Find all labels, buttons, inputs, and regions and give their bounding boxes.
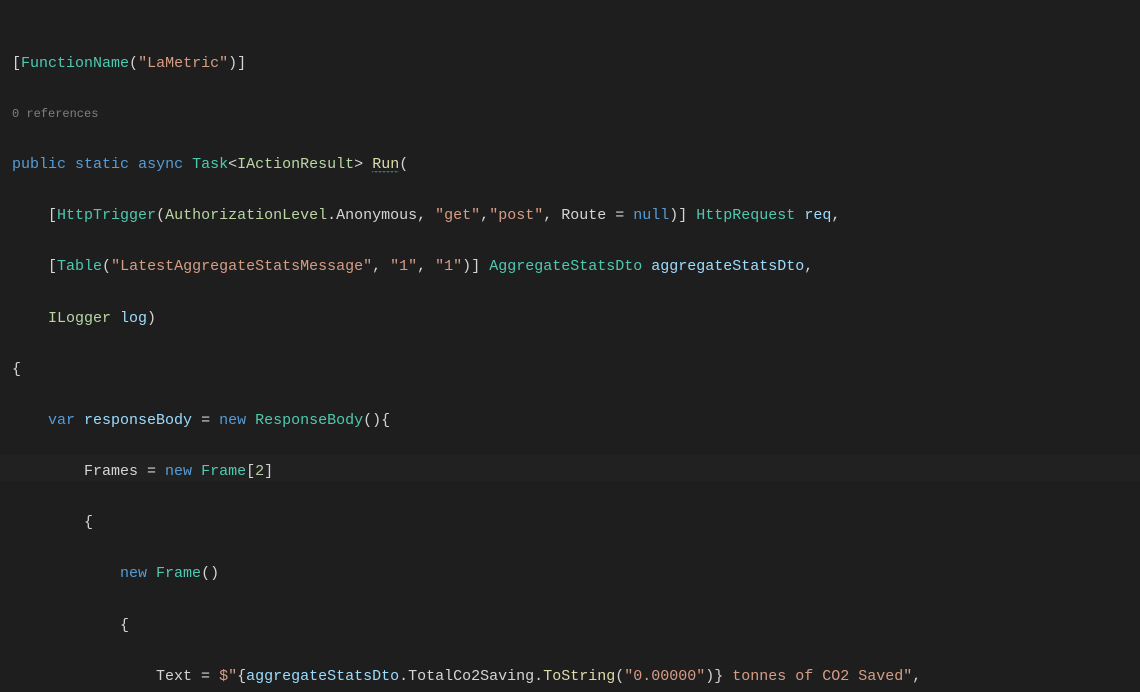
type: ResponseBody (246, 412, 363, 429)
code-line[interactable]: ILogger log) (12, 306, 1128, 332)
code-line[interactable]: Frames = new Frame[2] (12, 459, 1128, 485)
string-literal: "LaMetric" (138, 55, 228, 72)
number-literal: 2 (255, 463, 264, 480)
parameter: req (795, 207, 831, 224)
property: Route (561, 207, 606, 224)
type: Frame (147, 565, 201, 582)
string-literal: "post" (489, 207, 543, 224)
code-line[interactable]: [Table("LatestAggregateStatsMessage", "1… (12, 254, 1128, 280)
code-line[interactable]: Text = $"{aggregateStatsDto.TotalCo2Savi… (12, 664, 1128, 690)
interp-string: $" (219, 668, 237, 685)
type: Frame (192, 463, 246, 480)
keyword: new (165, 463, 192, 480)
enum-type: AuthorizationLevel (165, 207, 327, 224)
code-line[interactable]: { (12, 613, 1128, 639)
code-line[interactable]: { (12, 510, 1128, 536)
bracket: [ (12, 55, 21, 72)
brace: { (12, 361, 21, 378)
method-name: Run (372, 156, 399, 173)
code-line[interactable]: public static async Task<IActionResult> … (12, 152, 1128, 178)
string-literal: "LatestAggregateStatsMessage" (111, 258, 372, 275)
keyword: new (120, 565, 147, 582)
string-literal: "1" (390, 258, 417, 275)
keyword: new (219, 412, 246, 429)
property: Frames (84, 463, 138, 480)
type: ILogger (48, 310, 111, 327)
attribute-name: Table (57, 258, 102, 275)
codelens-references[interactable]: 0 references (12, 102, 1128, 126)
string-tail: tonnes of CO2 Saved" (723, 668, 912, 685)
enum-member: Anonymous (336, 207, 417, 224)
method: ToString (543, 668, 615, 685)
keyword: var (48, 412, 75, 429)
string-literal: "1" (435, 258, 462, 275)
type: Task (192, 156, 228, 173)
code-line[interactable]: new Frame() (12, 561, 1128, 587)
type: AggregateStatsDto (489, 258, 642, 275)
local-var: responseBody (75, 412, 201, 429)
code-line[interactable]: [FunctionName("LaMetric")] (12, 51, 1128, 77)
brace: { (84, 514, 93, 531)
code-editor[interactable]: [FunctionName("LaMetric")] 0 references … (0, 0, 1140, 692)
code-line[interactable]: [HttpTrigger(AuthorizationLevel.Anonymou… (12, 203, 1128, 229)
identifier: aggregateStatsDto (246, 668, 399, 685)
string-literal: "0.00000" (624, 668, 705, 685)
keyword: null (633, 207, 669, 224)
code-line[interactable]: { (12, 357, 1128, 383)
brace: { (120, 617, 129, 634)
property: Text (156, 668, 192, 685)
attribute-name: FunctionName (21, 55, 129, 72)
attribute-name: HttpTrigger (57, 207, 156, 224)
type: IActionResult (237, 156, 354, 173)
property: TotalCo2Saving (408, 668, 534, 685)
string-literal: "get" (435, 207, 480, 224)
type: HttpRequest (696, 207, 795, 224)
code-line[interactable]: var responseBody = new ResponseBody(){ (12, 408, 1128, 434)
parameter: log (111, 310, 147, 327)
parameter: aggregateStatsDto (642, 258, 804, 275)
keyword: static (75, 156, 129, 173)
keyword: async (138, 156, 183, 173)
keyword: public (12, 156, 66, 173)
